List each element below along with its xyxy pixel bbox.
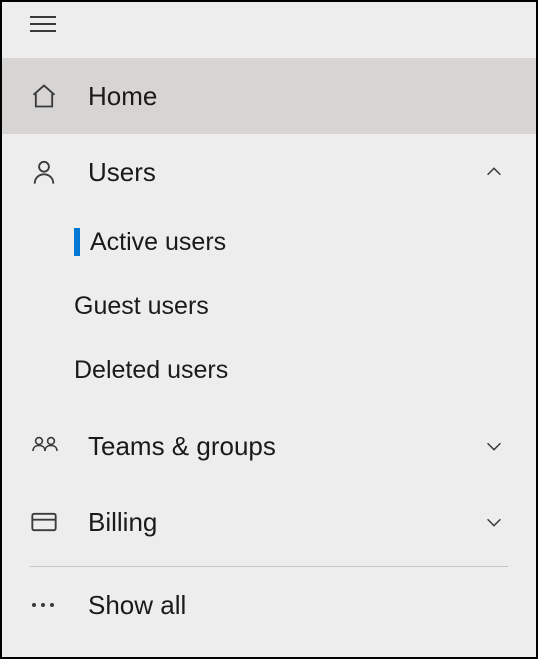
chevron-down-icon xyxy=(480,435,508,457)
sub-item-active-users[interactable]: Active users xyxy=(2,210,536,274)
nav-item-label: Show all xyxy=(66,590,508,621)
ellipsis-icon xyxy=(30,600,66,610)
nav-item-label: Home xyxy=(66,81,508,112)
admin-nav-panel: Home Users Active users Guest use xyxy=(2,2,536,657)
sub-item-label: Deleted users xyxy=(74,356,228,385)
sub-item-label: Active users xyxy=(74,228,226,257)
nav-item-home[interactable]: Home xyxy=(2,58,536,134)
card-icon xyxy=(30,510,66,534)
nav-list: Home Users Active users Guest use xyxy=(2,58,536,643)
nav-item-billing[interactable]: Billing xyxy=(2,484,536,560)
nav-item-users-sublist: Active users Guest users Deleted users xyxy=(2,210,536,408)
sub-item-label: Guest users xyxy=(74,292,209,321)
sub-item-guest-users[interactable]: Guest users xyxy=(2,274,536,338)
sub-item-deleted-users[interactable]: Deleted users xyxy=(2,338,536,402)
nav-item-show-all[interactable]: Show all xyxy=(2,567,536,643)
chevron-up-icon xyxy=(480,161,508,183)
people-icon xyxy=(30,433,66,459)
nav-item-label: Billing xyxy=(66,507,480,538)
hamburger-menu-button[interactable] xyxy=(2,4,62,44)
home-icon xyxy=(30,82,66,110)
nav-item-teams-groups[interactable]: Teams & groups xyxy=(2,408,536,484)
chevron-down-icon xyxy=(480,511,508,533)
person-icon xyxy=(30,158,66,186)
nav-item-label: Users xyxy=(66,157,480,188)
nav-item-label: Teams & groups xyxy=(66,431,480,462)
nav-item-users[interactable]: Users xyxy=(2,134,536,210)
